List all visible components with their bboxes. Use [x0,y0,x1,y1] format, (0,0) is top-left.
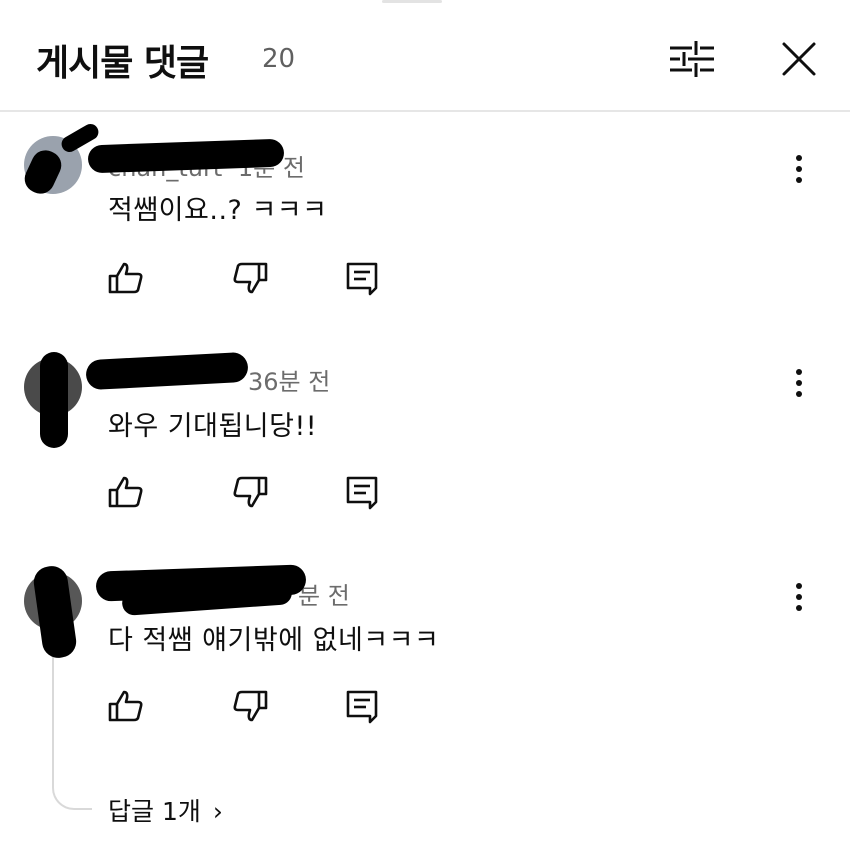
more-vertical-icon [796,369,802,397]
like-button[interactable] [106,686,146,726]
dislike-button[interactable] [230,686,270,726]
dislike-button[interactable] [230,258,270,298]
comment-count: 20 [262,44,296,74]
view-replies-button[interactable]: 답글 1개 › [108,792,223,828]
close-button[interactable] [776,36,822,82]
comment-time: 36분 전 [248,368,331,396]
reply-button[interactable] [342,686,382,726]
sliders-icon [670,41,714,77]
comment-time: 분 전 [298,582,350,610]
thumb-down-icon [233,476,268,508]
filter-button[interactable] [666,36,718,82]
thumb-up-icon [108,690,143,722]
reply-button[interactable] [342,472,382,512]
thumb-down-icon [233,690,268,722]
comment-text: 다 적쌤 얘기밖에 없네ㅋㅋㅋ [108,625,440,656]
comments-header: 게시물 댓글 20 [0,0,850,112]
reply-icon [346,262,378,296]
chevron-right-icon: › [212,797,223,826]
reply-icon [346,690,378,724]
replies-label: 답글 1개 [108,797,201,826]
like-button[interactable] [106,258,146,298]
more-button[interactable] [786,578,812,618]
thumb-down-icon [233,262,268,294]
reply-icon [346,476,378,510]
thumb-up-icon [108,476,143,508]
comment-text: 와우 기대됩니당!! [108,411,318,442]
more-vertical-icon [796,583,802,611]
close-icon [782,42,816,76]
dislike-button[interactable] [230,472,270,512]
like-button[interactable] [106,472,146,512]
comment-text: 적쌤이요..? ㅋㅋㅋ [108,195,328,226]
redaction-mark [40,352,68,448]
thumb-up-icon [108,262,143,294]
reply-button[interactable] [342,258,382,298]
page-title: 게시물 댓글 [36,43,209,84]
more-button[interactable] [786,150,812,190]
more-button[interactable] [786,364,812,404]
reply-thread-line [52,640,92,810]
more-vertical-icon [796,155,802,183]
